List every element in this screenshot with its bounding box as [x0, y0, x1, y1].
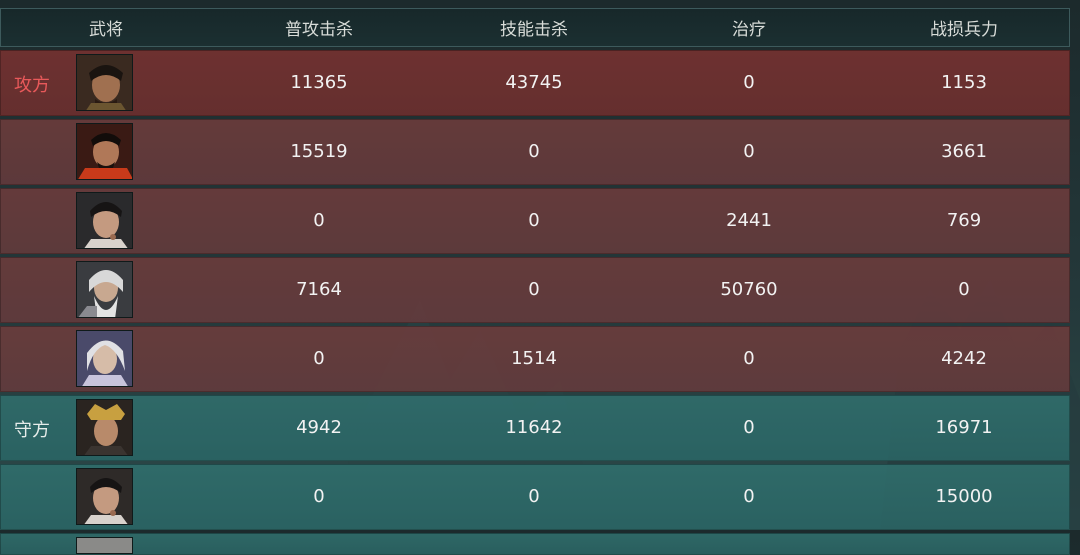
skill-kills-value: 43745 [505, 72, 563, 93]
table-row[interactable]: 15519 0 0 3661 [0, 119, 1070, 185]
header-losses: 战损兵力 [930, 20, 998, 40]
normal-kills-value: 4942 [296, 417, 342, 438]
heal-value: 0 [743, 141, 755, 162]
general-portrait-3-icon[interactable] [76, 192, 133, 249]
heal-value: 0 [743, 417, 755, 438]
general-portrait-4-icon[interactable] [76, 261, 133, 318]
losses-value: 769 [946, 210, 982, 231]
skill-kills-value: 0 [528, 486, 540, 507]
general-portrait-6-icon[interactable] [76, 399, 133, 456]
losses-value: 3661 [941, 141, 987, 162]
general-portrait-2-icon[interactable] [76, 123, 133, 180]
battle-stats-table: 武将 普攻击杀 技能击杀 治疗 战损兵力 攻方 11365 43745 0 11… [0, 8, 1070, 555]
general-portrait-1-icon[interactable] [76, 54, 133, 111]
skill-kills-value: 11642 [505, 417, 563, 438]
heal-value: 0 [743, 486, 755, 507]
normal-kills-value: 11365 [290, 72, 348, 93]
skill-kills-value: 0 [528, 279, 540, 300]
header-heal: 治疗 [732, 20, 766, 40]
table-row[interactable]: 0 0 2441 769 [0, 188, 1070, 254]
header-normal-kills: 普攻击杀 [285, 20, 353, 40]
table-row[interactable]: 0 0 0 15000 [0, 464, 1070, 530]
skill-kills-value: 0 [528, 141, 540, 162]
table-row[interactable]: 0 1514 0 4242 [0, 326, 1070, 392]
normal-kills-value: 0 [313, 486, 325, 507]
normal-kills-value: 0 [313, 348, 325, 369]
attacker-label: 攻方 [14, 75, 50, 96]
normal-kills-value: 7164 [296, 279, 342, 300]
losses-value: 16971 [935, 417, 993, 438]
table-row-partial[interactable] [0, 533, 1070, 555]
heal-value: 50760 [720, 279, 778, 300]
general-portrait-partial-icon [76, 537, 133, 554]
general-portrait-5-icon[interactable] [76, 330, 133, 387]
losses-value: 0 [958, 279, 970, 300]
normal-kills-value: 15519 [290, 141, 348, 162]
heal-value: 0 [743, 348, 755, 369]
losses-value: 1153 [941, 72, 987, 93]
table-row[interactable]: 7164 0 50760 0 [0, 257, 1070, 323]
losses-value: 15000 [935, 486, 993, 507]
general-portrait-7-icon[interactable] [76, 468, 133, 525]
heal-value: 2441 [726, 210, 772, 231]
heal-value: 0 [743, 72, 755, 93]
table-row[interactable]: 攻方 11365 43745 0 1153 [0, 50, 1070, 116]
defender-label: 守方 [14, 420, 50, 441]
skill-kills-value: 0 [528, 210, 540, 231]
table-header: 武将 普攻击杀 技能击杀 治疗 战损兵力 [0, 8, 1070, 47]
losses-value: 4242 [941, 348, 987, 369]
header-general: 武将 [89, 20, 123, 40]
table-row[interactable]: 守方 4942 11642 0 16971 [0, 395, 1070, 461]
skill-kills-value: 1514 [511, 348, 557, 369]
normal-kills-value: 0 [313, 210, 325, 231]
header-skill-kills: 技能击杀 [500, 20, 568, 40]
